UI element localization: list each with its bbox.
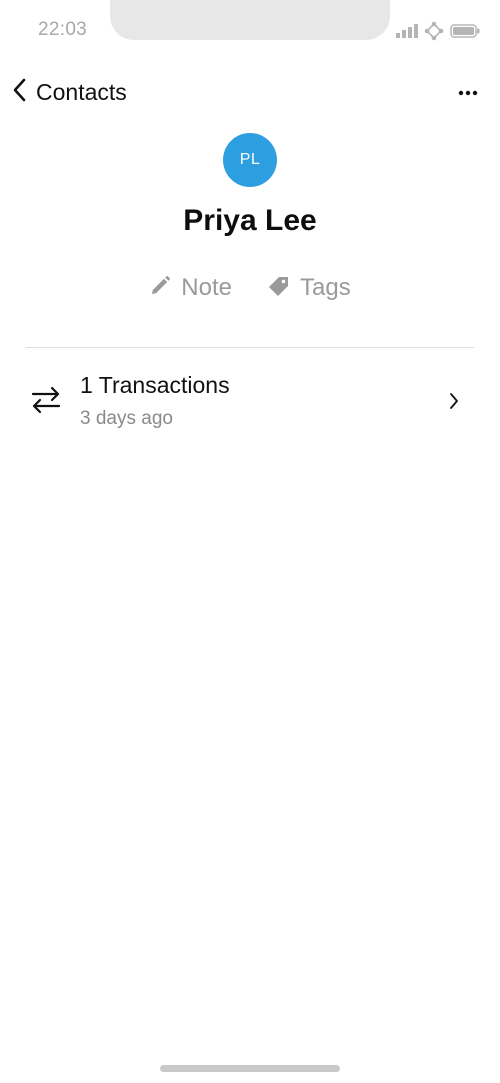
- tag-icon: [268, 275, 290, 302]
- ellipsis-icon: [458, 83, 478, 101]
- chevron-right-icon: [448, 391, 460, 416]
- chevron-left-icon: [10, 77, 28, 108]
- transactions-title: 1 Transactions: [80, 372, 230, 398]
- home-indicator[interactable]: [160, 1065, 340, 1072]
- transactions-subtitle: 3 days ago: [80, 408, 173, 429]
- contact-actions: Note Tags: [0, 274, 500, 302]
- back-label: Contacts: [36, 78, 127, 105]
- transactions-row[interactable]: 1 Transactions 3 days ago: [26, 360, 474, 442]
- avatar: PL: [223, 133, 277, 187]
- tags-label: Tags: [300, 274, 351, 301]
- avatar-initials: PL: [239, 151, 261, 168]
- contact-detail-screen: 22:03 Contacts PL Priya Lee Note Tags 1 …: [0, 0, 500, 1083]
- tags-button[interactable]: Tags: [268, 274, 351, 302]
- more-options-button[interactable]: [456, 80, 480, 104]
- note-button[interactable]: Note: [149, 274, 232, 302]
- section-divider: [26, 347, 474, 348]
- status-time: 22:03: [38, 19, 88, 40]
- transfer-arrows-icon: [30, 384, 62, 421]
- battery-icon: [450, 24, 480, 38]
- contact-name: Priya Lee: [183, 204, 317, 237]
- signal-icon: [396, 24, 418, 38]
- wifi-icon: [424, 21, 444, 41]
- note-label: Note: [181, 274, 232, 301]
- status-icons: [396, 21, 480, 41]
- back-button[interactable]: Contacts: [10, 76, 127, 108]
- navigation-bar: Contacts: [0, 70, 500, 114]
- status-bar: 22:03: [0, 0, 500, 60]
- device-notch: [110, 0, 390, 40]
- pencil-icon: [149, 275, 171, 302]
